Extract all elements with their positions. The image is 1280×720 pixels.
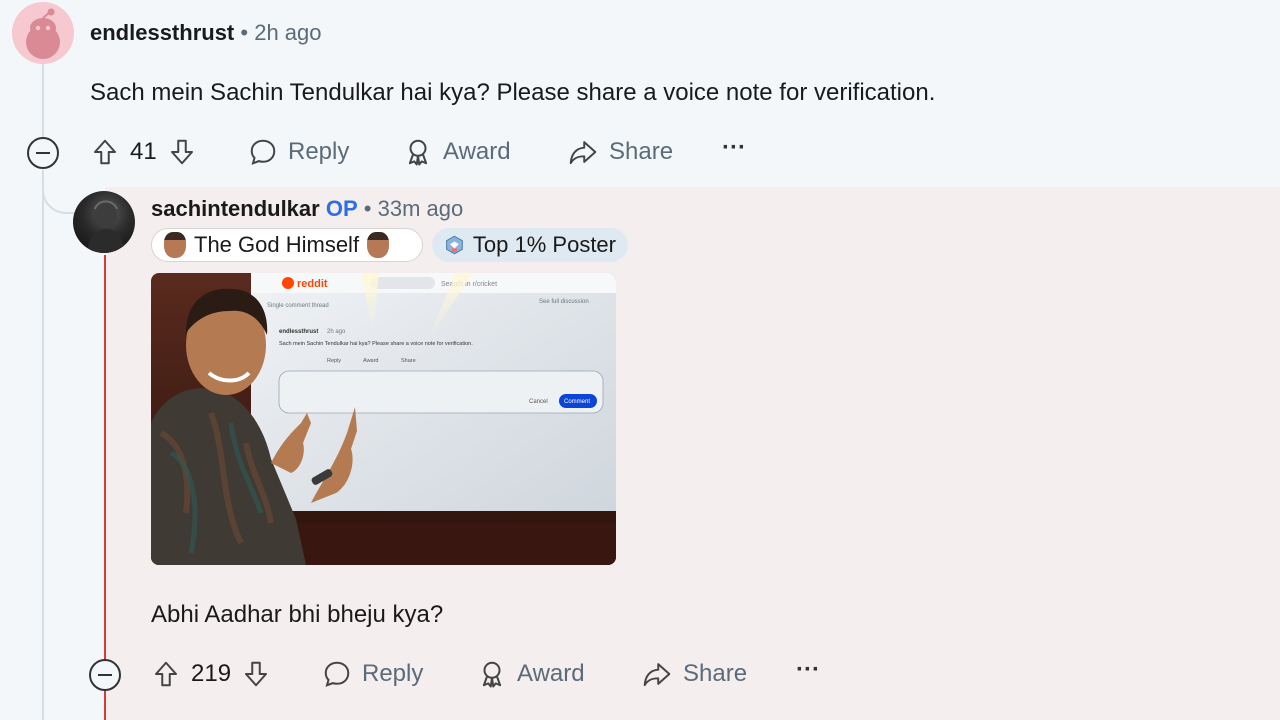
upvote-icon[interactable] bbox=[90, 137, 120, 167]
screen-comment-author: endlessthrust bbox=[279, 329, 318, 335]
achievement-text: Top 1% Poster bbox=[472, 232, 616, 257]
minus-icon bbox=[36, 151, 50, 155]
downvote-icon[interactable] bbox=[167, 137, 197, 167]
reply-button[interactable]: Reply bbox=[322, 659, 423, 689]
award-button[interactable]: Award bbox=[403, 137, 511, 167]
vote-controls: 219 bbox=[151, 659, 271, 689]
reply-label: Reply bbox=[288, 138, 350, 165]
user-flair: The God Himself bbox=[151, 228, 423, 262]
screen-award: Award bbox=[363, 358, 379, 364]
share-icon bbox=[643, 663, 671, 687]
comment-body: Sach mein Sachin Tendulkar hai kya? Plea… bbox=[90, 79, 936, 106]
screen-reply: Reply bbox=[327, 358, 341, 364]
award-label: Award bbox=[443, 138, 511, 165]
flair-emoji-icon bbox=[164, 232, 186, 258]
screen-single-thread: Single comment thread bbox=[267, 303, 329, 309]
comment-author[interactable]: sachintendulkar bbox=[151, 196, 320, 221]
screen-comment-btn: Comment bbox=[564, 399, 590, 405]
top-poster-icon bbox=[446, 235, 463, 255]
flair-emoji-icon bbox=[367, 232, 390, 258]
comment-time[interactable]: 2h ago bbox=[254, 20, 321, 45]
screen-search: Search in r/cricket bbox=[441, 281, 497, 288]
more-options-button[interactable]: ··· bbox=[796, 656, 820, 684]
user-flair-text: The God Himself bbox=[194, 232, 360, 257]
thread-line[interactable] bbox=[42, 170, 44, 720]
reply-label: Reply bbox=[362, 660, 424, 687]
comment-author[interactable]: endlessthrust bbox=[90, 20, 234, 45]
comment-image[interactable]: reddit Search in r/cricket Single commen… bbox=[151, 273, 616, 565]
comment-bubble-icon bbox=[324, 661, 350, 687]
photo-of-person-pointing-at-screen: reddit Search in r/cricket Single commen… bbox=[151, 273, 616, 565]
comment-body: Abhi Aadhar bhi bheju kya? bbox=[151, 601, 444, 628]
vote-count: 41 bbox=[130, 138, 157, 165]
vote-controls: 41 bbox=[90, 137, 197, 167]
more-options-button[interactable]: ··· bbox=[722, 134, 746, 162]
share-label: Share bbox=[683, 660, 748, 687]
meta-separator: • bbox=[363, 196, 372, 221]
minus-icon bbox=[98, 673, 112, 677]
collapse-thread-button[interactable] bbox=[89, 659, 121, 691]
screen-share: Share bbox=[401, 358, 416, 364]
screen-comment-text: Sach mein Sachin Tendulkar hai kya? Plea… bbox=[279, 341, 473, 347]
award-icon bbox=[482, 661, 502, 688]
profile-photo-icon bbox=[87, 200, 125, 253]
achievement-badge[interactable]: Top 1% Poster bbox=[432, 228, 628, 262]
comment-meta: endlessthrust • 2h ago bbox=[90, 20, 322, 46]
vote-count: 219 bbox=[191, 660, 232, 687]
snoo-avatar-icon bbox=[12, 2, 74, 64]
screen-see-full: See full discussion bbox=[539, 299, 589, 305]
share-label: Share bbox=[609, 138, 674, 165]
collapse-thread-button[interactable] bbox=[27, 137, 59, 169]
share-button[interactable]: Share bbox=[567, 137, 673, 167]
screen-logo: reddit bbox=[297, 278, 328, 290]
op-badge: OP bbox=[325, 196, 358, 221]
comment-bubble-icon bbox=[250, 139, 276, 165]
award-label: Award bbox=[517, 660, 585, 687]
avatar[interactable] bbox=[73, 191, 135, 253]
screen-cancel: Cancel bbox=[529, 399, 548, 405]
reply-button[interactable]: Reply bbox=[248, 137, 349, 167]
thread-line-highlight[interactable] bbox=[104, 255, 106, 720]
award-button[interactable]: Award bbox=[477, 659, 585, 689]
award-icon bbox=[408, 139, 428, 166]
meta-separator: • bbox=[240, 20, 249, 45]
downvote-icon[interactable] bbox=[241, 659, 271, 689]
comment-time[interactable]: 33m ago bbox=[378, 196, 464, 221]
comment-meta: sachintendulkar OP • 33m ago bbox=[151, 196, 463, 222]
thread-line[interactable] bbox=[42, 62, 44, 140]
avatar[interactable] bbox=[12, 2, 74, 64]
screen-comment-time: 2h ago bbox=[327, 329, 346, 335]
upvote-icon[interactable] bbox=[151, 659, 181, 689]
share-icon bbox=[569, 141, 597, 165]
share-button[interactable]: Share bbox=[641, 659, 747, 689]
